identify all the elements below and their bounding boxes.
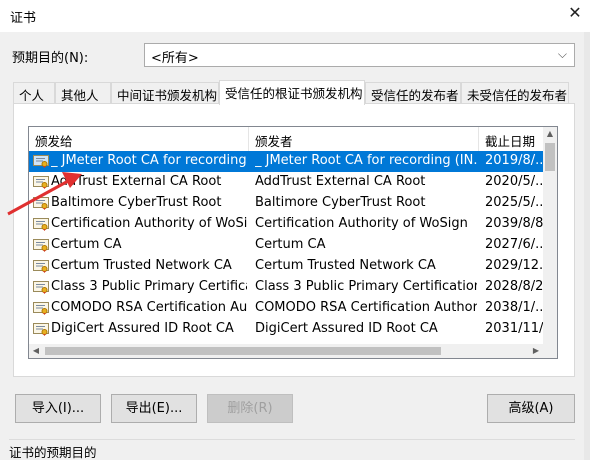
vertical-scrollbar[interactable]: ▲: [543, 127, 557, 345]
list-rows: _ JMeter Root CA for recording ... _ JMet…: [29, 151, 557, 340]
tab-other-people[interactable]: 其他人: [55, 82, 111, 104]
purpose-label: 预期目的(N):: [12, 51, 89, 66]
close-icon[interactable]: ✕: [560, 0, 590, 30]
scroll-up-icon[interactable]: ▲: [543, 127, 557, 141]
cell-issued-by: Baltimore CyberTrust Root: [255, 195, 426, 210]
window-title: 证书: [10, 11, 37, 26]
cell-issued-to: DigiCert Assured ID Root CA: [51, 321, 234, 336]
list-item[interactable]: Certum CA Certum CA 2027/6/...: [29, 235, 545, 256]
cell-issued-to: _ JMeter Root CA for recording ...: [51, 153, 247, 168]
cell-issued-to: Certum Trusted Network CA: [51, 258, 232, 273]
cell-expiration: 2025/5/...: [485, 195, 545, 210]
chevron-down-icon: ⌵: [557, 47, 567, 61]
cell-expiration: 2020/5/...: [485, 174, 545, 189]
cell-issued-by: Certum CA: [255, 237, 326, 252]
horizontal-scrollbar[interactable]: ◀ ▶: [29, 344, 557, 358]
column-expiration[interactable]: 截止日期: [479, 127, 545, 151]
certificate-icon: [33, 155, 49, 168]
purpose-select[interactable]: <所有> ⌵: [144, 43, 575, 67]
certificate-icon: [33, 260, 49, 273]
export-button[interactable]: 导出(E)...: [111, 394, 197, 423]
list-item[interactable]: COMODO RSA Certification Aut... COMODO RS…: [29, 298, 545, 319]
cell-expiration: 2027/6/...: [485, 237, 545, 252]
vertical-scroll-thumb[interactable]: [545, 143, 555, 171]
title-bar: 证书 ✕: [0, 0, 590, 32]
cell-expiration: 2028/8/2: [485, 279, 544, 294]
remove-button[interactable]: 删除(R): [207, 394, 293, 423]
cell-issued-by: Class 3 Public Primary Certification ...: [255, 279, 477, 294]
scroll-right-icon[interactable]: ▶: [529, 344, 543, 358]
window-edge: [584, 32, 590, 460]
cell-expiration: 2039/8/8: [485, 216, 544, 231]
certificate-icon: [33, 281, 49, 294]
cell-issued-by: Certum Trusted Network CA: [255, 258, 436, 273]
certificate-list[interactable]: 颁发给 颁发者 截止日期 _ JMeter Root CA for record…: [28, 126, 558, 359]
cell-issued-to: COMODO RSA Certification Aut...: [51, 300, 247, 315]
list-item[interactable]: _ JMeter Root CA for recording ... _ JMet…: [29, 151, 545, 172]
cell-expiration: 2038/1/...: [485, 300, 545, 315]
cell-expiration: 2019/8/...: [485, 153, 545, 168]
cell-issued-to: Certum CA: [51, 237, 122, 252]
cell-issued-to: Baltimore CyberTrust Root: [51, 195, 222, 210]
scroll-left-icon[interactable]: ◀: [29, 344, 43, 358]
certificate-icon: [33, 323, 49, 336]
list-item[interactable]: Baltimore CyberTrust Root Baltimore Cyber…: [29, 193, 545, 214]
horizontal-scroll-thumb[interactable]: [45, 347, 441, 355]
certificate-icon: [33, 218, 49, 231]
tab-trusted-root-ca[interactable]: 受信任的根证书颁发机构: [219, 80, 365, 105]
cell-issued-by: Certification Authority of WoSign: [255, 216, 468, 231]
list-item[interactable]: Certum Trusted Network CA Certum Trusted …: [29, 256, 545, 277]
cell-issued-by: DigiCert Assured ID Root CA: [255, 321, 438, 336]
advanced-button[interactable]: 高级(A): [487, 394, 575, 423]
list-item[interactable]: DigiCert Assured ID Root CA DigiCert Assu…: [29, 319, 545, 340]
cell-expiration: 2031/11/...: [485, 321, 545, 336]
tab-intermediate-ca[interactable]: 中间证书颁发机构: [111, 82, 219, 104]
list-item[interactable]: Class 3 Public Primary Certificati... Cla…: [29, 277, 544, 298]
purpose-value: <所有>: [151, 51, 199, 66]
cell-issued-by: _ JMeter Root CA for recording (IN...: [255, 153, 477, 168]
list-header: 颁发给 颁发者 截止日期: [29, 127, 557, 151]
cell-issued-to: Certification Authority of WoSign: [51, 216, 247, 231]
certificate-icon: [33, 197, 49, 210]
tab-trusted-publishers[interactable]: 受信任的发布者: [365, 82, 461, 104]
column-issued-by[interactable]: 颁发者: [249, 127, 479, 151]
tab-untrusted-publishers[interactable]: 未受信任的发布者: [461, 82, 569, 104]
cell-expiration: 2029/12...: [485, 258, 545, 273]
certificate-icon: [33, 176, 49, 189]
list-item[interactable]: Certification Authority of WoSign Certifi…: [29, 214, 544, 235]
list-item[interactable]: AddTrust External CA Root AddTrust Extern…: [29, 172, 545, 193]
certificate-icon: [33, 302, 49, 315]
certificate-icon: [33, 239, 49, 252]
cell-issued-by: AddTrust External CA Root: [255, 174, 426, 189]
purposes-group-title: 证书的预期目的: [9, 445, 97, 460]
import-button[interactable]: 导入(I)...: [15, 394, 101, 423]
tab-personal[interactable]: 个人: [13, 82, 55, 104]
cell-issued-to: AddTrust External CA Root: [51, 174, 222, 189]
cell-issued-by: COMODO RSA Certification Authority: [255, 300, 477, 315]
cell-issued-to: Class 3 Public Primary Certificati...: [51, 279, 247, 294]
column-issued-to[interactable]: 颁发给: [29, 127, 249, 151]
